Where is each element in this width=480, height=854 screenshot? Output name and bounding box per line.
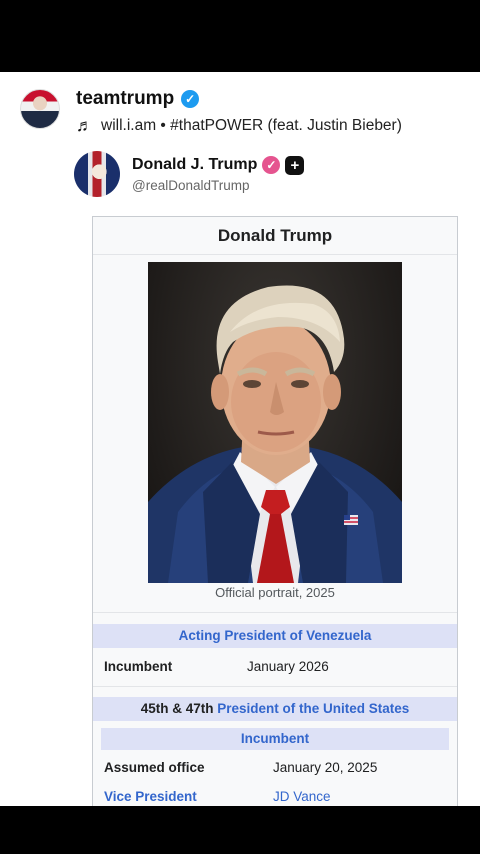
tweet-avatar xyxy=(74,151,120,197)
avatar[interactable] xyxy=(20,89,60,129)
wikipedia-infobox: Donald Trump Official portrait, 2025 Act… xyxy=(92,216,458,806)
username[interactable]: teamtrump ✓ xyxy=(76,88,200,110)
portrait-caption: Official portrait, 2025 xyxy=(215,585,335,600)
audio-track-label[interactable]: will.i.am • #thatPOWER (feat. Justin Bie… xyxy=(101,117,402,135)
plus-badge-icon: + xyxy=(285,155,305,175)
tweet-author: Donald J. Trump ✓ + @realDonaldTrump xyxy=(132,155,305,193)
section-header-venezuela[interactable]: Acting President of Venezuela xyxy=(93,624,457,648)
president-of-united-states-link[interactable]: President of the United States xyxy=(217,701,409,716)
post-header: teamtrump ✓ ♬ will.i.am • #thatPOWER (fe… xyxy=(20,88,402,135)
verified-badge-icon: ✓ xyxy=(262,156,281,174)
vice-president-name-link[interactable]: JD Vance xyxy=(273,789,331,804)
divider xyxy=(93,686,457,687)
vice-president-link[interactable]: Vice President xyxy=(104,789,197,804)
post-content: teamtrump ✓ ♬ will.i.am • #thatPOWER (fe… xyxy=(0,72,480,806)
section-header-president: 45th & 47th President of the United Stat… xyxy=(93,697,457,721)
post-meta: teamtrump ✓ ♬ will.i.am • #thatPOWER (fe… xyxy=(76,88,402,136)
tweet-author-name-text: Donald J. Trump xyxy=(132,156,258,173)
incumbent-date: January 2026 xyxy=(247,659,329,674)
assumed-office-date: January 20, 2025 xyxy=(273,760,378,775)
verified-check-icon: ✓ xyxy=(181,90,200,108)
music-note-icon: ♬ xyxy=(76,116,93,135)
acting-president-venezuela-link[interactable]: Acting President of Venezuela xyxy=(179,628,372,643)
embedded-tweet-header: Donald J. Trump ✓ + @realDonaldTrump xyxy=(74,151,305,197)
official-portrait-image xyxy=(148,262,402,583)
username-text[interactable]: teamtrump xyxy=(76,88,174,110)
assumed-office-label: Assumed office xyxy=(104,760,205,775)
divider xyxy=(93,612,457,613)
infobox-title: Donald Trump xyxy=(93,217,457,255)
incumbent-label: Incumbent xyxy=(104,659,173,674)
president-ordinal: 45th & 47th xyxy=(140,701,214,716)
tweet-handle: @realDonaldTrump xyxy=(132,177,250,193)
incumbent-subheader[interactable]: Incumbent xyxy=(101,728,449,750)
audio-track[interactable]: ♬ will.i.am • #thatPOWER (feat. Justin B… xyxy=(76,116,402,136)
tweet-author-name: Donald J. Trump ✓ + xyxy=(132,155,305,175)
